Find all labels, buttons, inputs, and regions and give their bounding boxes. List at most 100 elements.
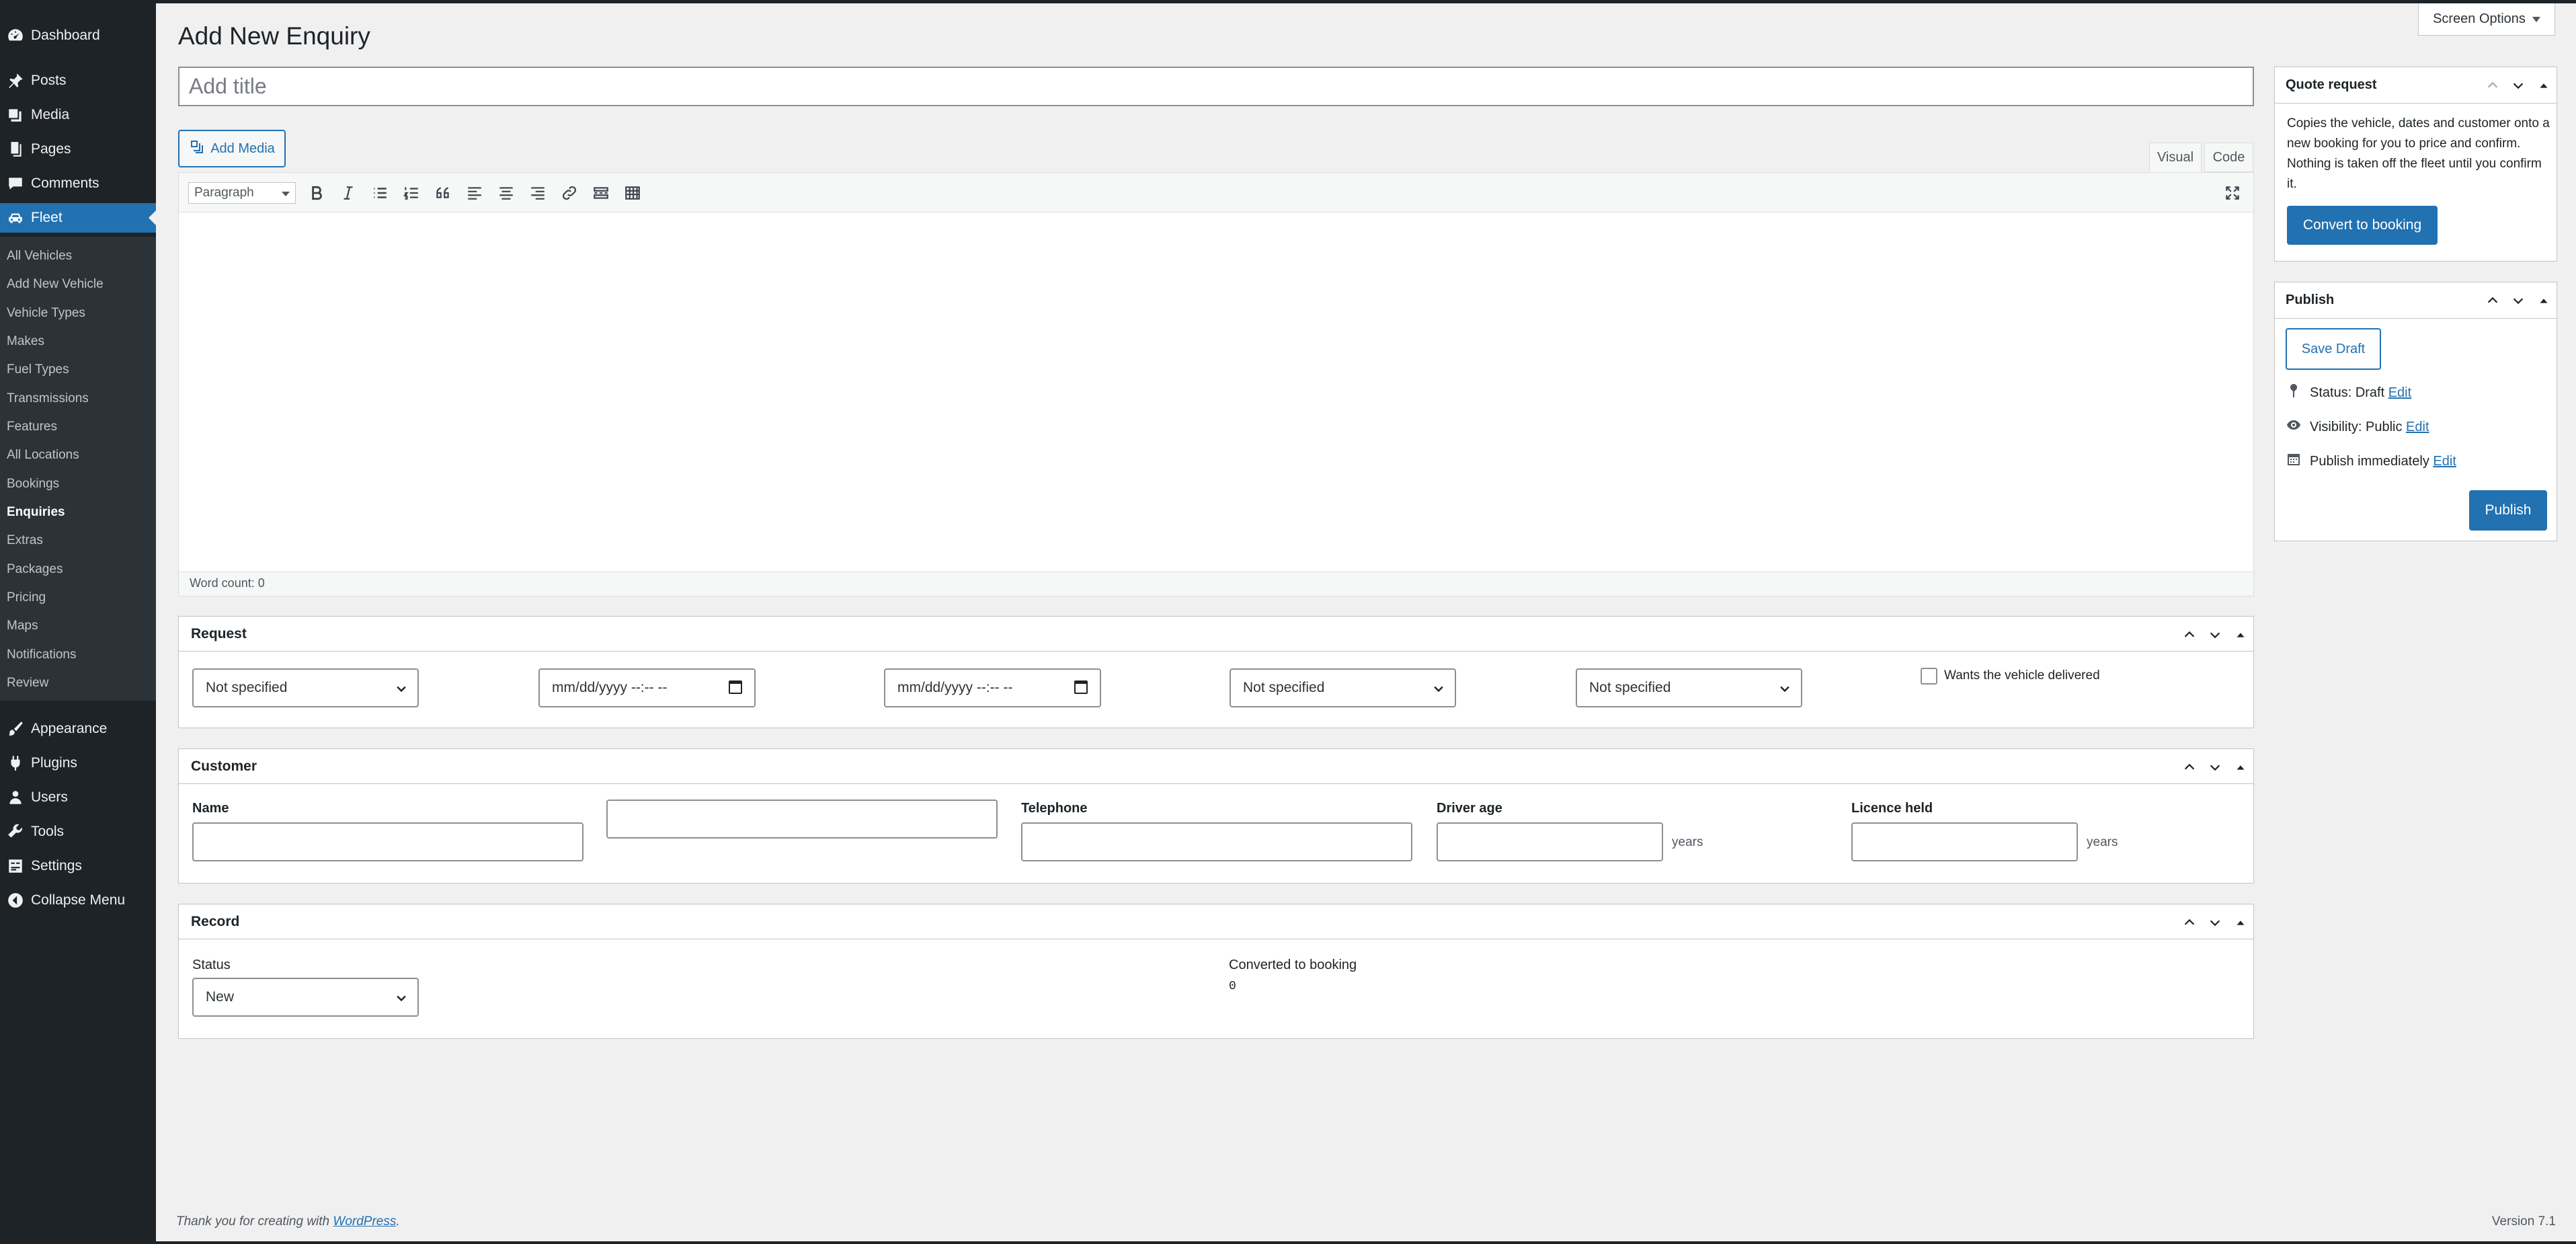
menu-item-plugins[interactable]: Plugins <box>0 748 156 778</box>
request-select-2[interactable]: Not specified <box>1230 668 1456 707</box>
fullscreen-icon[interactable] <box>2222 183 2243 203</box>
save-draft-button[interactable]: Save Draft <box>2286 328 2381 370</box>
chevron-up-icon[interactable] <box>2484 77 2501 94</box>
caret-down-icon <box>282 192 290 196</box>
panel-controls <box>2484 77 2552 94</box>
add-media-label: Add Media <box>210 141 275 156</box>
menu-item-fleet[interactable]: Fleet <box>0 203 156 233</box>
bullet-list-icon[interactable] <box>370 183 390 203</box>
toggle-panel-icon[interactable] <box>2232 626 2249 644</box>
screen-options-button[interactable]: Screen Options <box>2418 3 2555 36</box>
submenu-all-locations[interactable]: All Locations <box>7 448 79 463</box>
edit-publish-time-link[interactable]: Edit <box>2433 454 2456 469</box>
bold-icon[interactable] <box>307 183 327 203</box>
menu-item-tools[interactable]: Tools <box>0 817 156 847</box>
status-select[interactable]: New <box>192 978 419 1017</box>
menu-item-dashboard[interactable]: Dashboard <box>0 21 156 50</box>
request-date-2[interactable]: mm/dd/yyyy --:-- -- <box>884 668 1101 707</box>
toggle-panel-icon[interactable] <box>2535 77 2552 94</box>
request-select-1[interactable]: Not specified <box>192 668 419 707</box>
toggle-panel-icon[interactable] <box>2232 759 2249 776</box>
toolbar-toggle-icon[interactable] <box>622 183 643 203</box>
tab-code[interactable]: Code <box>2204 143 2253 172</box>
request-select-3[interactable]: Not specified <box>1576 668 1802 707</box>
toggle-panel-icon[interactable] <box>2535 292 2552 309</box>
chevron-up-icon[interactable] <box>2181 626 2198 644</box>
format-select-value: Paragraph <box>194 186 254 200</box>
menu-item-users[interactable]: Users <box>0 783 156 812</box>
chevron-down-icon[interactable] <box>2206 914 2224 931</box>
name-input[interactable] <box>192 822 583 861</box>
customer-extra-input[interactable] <box>606 800 998 839</box>
comments-icon <box>0 175 31 192</box>
align-right-icon[interactable] <box>528 183 548 203</box>
chevron-up-icon[interactable] <box>2181 914 2198 931</box>
edit-visibility-link[interactable]: Edit <box>2406 420 2429 434</box>
menu-item-pages[interactable]: Pages <box>0 134 156 164</box>
chevron-up-icon[interactable] <box>2484 292 2501 309</box>
submenu-extras[interactable]: Extras <box>7 533 43 548</box>
title-input[interactable] <box>178 67 2254 106</box>
publish-title: Publish <box>2286 293 2335 307</box>
publish-button[interactable]: Publish <box>2469 490 2547 531</box>
menu-item-collapse[interactable]: Collapse Menu <box>0 886 156 915</box>
submenu-pricing[interactable]: Pricing <box>7 590 46 605</box>
blockquote-icon[interactable] <box>433 183 453 203</box>
chevron-down-icon[interactable] <box>2509 292 2527 309</box>
content-editor: Paragraph Word count: 0 <box>178 172 2254 596</box>
submenu-packages[interactable]: Packages <box>7 562 63 577</box>
request-date-1-value: mm/dd/yyyy --:-- -- <box>552 680 668 695</box>
menu-item-settings[interactable]: Settings <box>0 851 156 881</box>
telephone-input[interactable] <box>1021 822 1412 861</box>
submenu-review[interactable]: Review <box>7 676 48 691</box>
submenu-notifications[interactable]: Notifications <box>7 648 77 662</box>
calendar-icon[interactable] <box>729 681 742 694</box>
read-more-icon[interactable] <box>591 183 611 203</box>
chevron-up-icon[interactable] <box>2181 759 2198 776</box>
submenu-add-new-vehicle[interactable]: Add New Vehicle <box>7 277 104 292</box>
submenu-fuel-types[interactable]: Fuel Types <box>7 362 69 377</box>
menu-item-appearance[interactable]: Appearance <box>0 714 156 744</box>
align-left-icon[interactable] <box>465 183 485 203</box>
panel-controls <box>2484 292 2552 309</box>
request-date-1[interactable]: mm/dd/yyyy --:-- -- <box>538 668 756 707</box>
publish-time-value: immediately <box>2358 453 2429 469</box>
car-icon <box>0 209 31 227</box>
convert-to-booking-button[interactable]: Convert to booking <box>2287 206 2438 245</box>
chevron-down-icon[interactable] <box>2206 626 2224 644</box>
quote-request-header: Quote request <box>2275 67 2557 104</box>
menu-item-comments[interactable]: Comments <box>0 169 156 198</box>
name-label: Name <box>192 801 229 816</box>
chevron-down-icon[interactable] <box>2509 77 2527 94</box>
align-center-icon[interactable] <box>496 183 516 203</box>
submenu-enquiries[interactable]: Enquiries <box>7 505 65 520</box>
submenu-all-vehicles[interactable]: All Vehicles <box>7 249 72 264</box>
submenu-makes[interactable]: Makes <box>7 334 44 349</box>
numbered-list-icon[interactable] <box>401 183 421 203</box>
tab-visual[interactable]: Visual <box>2149 143 2202 172</box>
menu-item-posts[interactable]: Posts <box>0 66 156 95</box>
collapse-icon <box>0 892 31 909</box>
licence-input[interactable] <box>1851 822 2078 861</box>
chevron-down-icon[interactable] <box>2206 759 2224 776</box>
submenu-bookings[interactable]: Bookings <box>7 477 59 492</box>
toggle-panel-icon[interactable] <box>2232 914 2249 931</box>
menu-item-media[interactable]: Media <box>0 100 156 130</box>
licence-suffix: years <box>2087 835 2118 849</box>
submenu-vehicle-types[interactable]: Vehicle Types <box>7 306 85 321</box>
delivery-checkbox[interactable] <box>1921 668 1937 685</box>
submenu-transmissions[interactable]: Transmissions <box>7 391 89 406</box>
brush-icon <box>0 720 31 738</box>
link-icon[interactable] <box>559 183 579 203</box>
driver-age-input[interactable] <box>1437 822 1663 861</box>
calendar-icon[interactable] <box>1074 681 1088 694</box>
driver-age-label: Driver age <box>1437 801 1502 816</box>
submenu-maps[interactable]: Maps <box>7 619 38 633</box>
wordpress-link[interactable]: WordPress <box>333 1214 396 1229</box>
format-select[interactable]: Paragraph <box>188 182 296 204</box>
request-panel: Request Not specified mm/dd/yyyy --:-- -… <box>178 616 2254 728</box>
submenu-features[interactable]: Features <box>7 420 57 434</box>
italic-icon[interactable] <box>338 183 358 203</box>
edit-status-link[interactable]: Edit <box>2388 385 2411 400</box>
add-media-button[interactable]: Add Media <box>178 130 286 167</box>
